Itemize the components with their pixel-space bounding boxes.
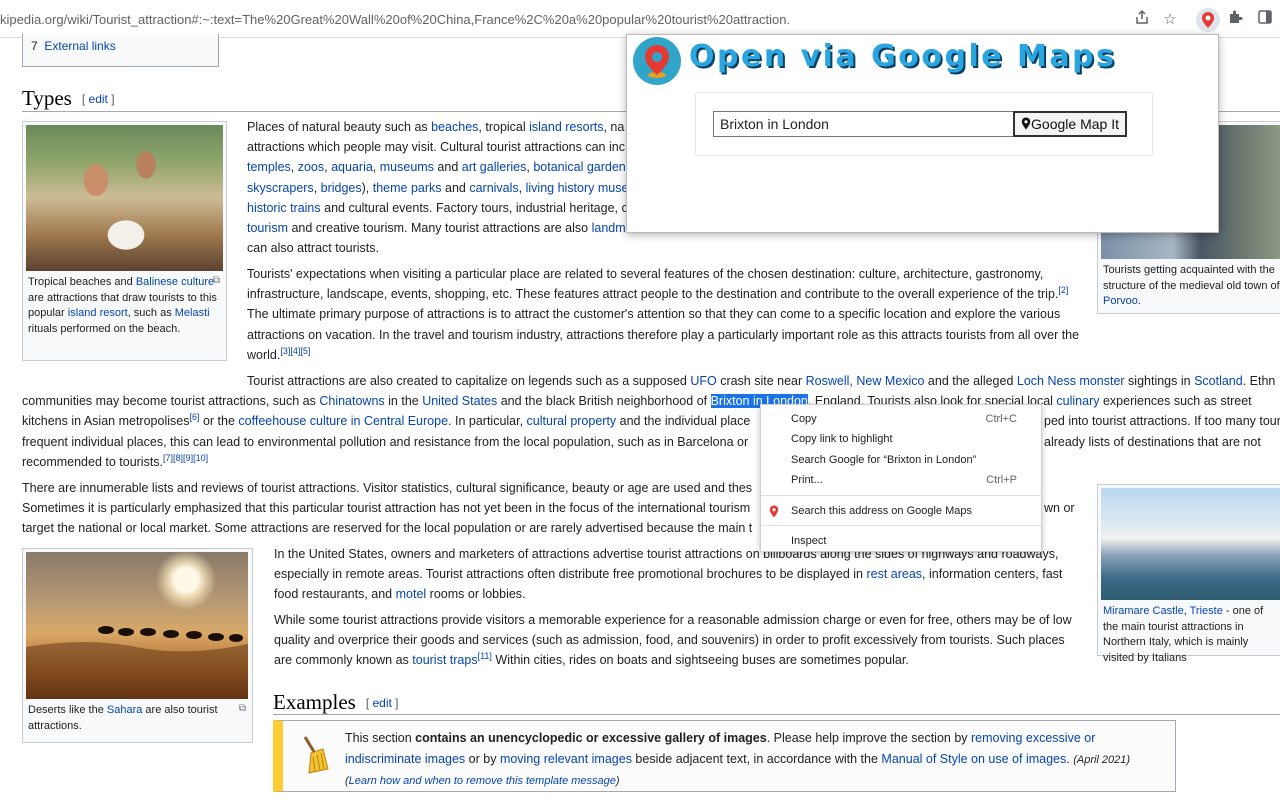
menu-separator bbox=[761, 495, 1041, 496]
enlarge-icon[interactable]: ⧉ bbox=[239, 701, 246, 717]
ref-11[interactable]: [11] bbox=[478, 651, 492, 661]
address-bar-url[interactable]: kipedia.org/wiki/Tourist_attraction#:~:t… bbox=[0, 12, 790, 27]
link-cultural-property[interactable]: cultural property bbox=[527, 414, 617, 428]
side-panel-icon[interactable] bbox=[1254, 9, 1276, 31]
caption-miramare: Miramare Castle, Trieste - one of the ma… bbox=[1103, 605, 1264, 665]
link-bridges[interactable]: bridges bbox=[321, 181, 362, 195]
ref-7-10[interactable]: [7][8][9][10] bbox=[163, 453, 208, 463]
caption-porvoo: Tourists getting acquainted with the str… bbox=[1103, 264, 1280, 308]
toc-link-external-links[interactable]: External links bbox=[44, 39, 115, 53]
link-zoos[interactable]: zoos bbox=[298, 160, 324, 174]
ref-6[interactable]: [6] bbox=[189, 412, 199, 422]
section-heading-examples: Examples[ edit ] bbox=[273, 690, 399, 714]
paragraph-types-2: Tourists' expectations when visiting a p… bbox=[247, 267, 1080, 362]
extensions-puzzle-icon[interactable] bbox=[1224, 9, 1246, 31]
ref-2[interactable]: [2] bbox=[1058, 285, 1068, 295]
search-form: Google Map It bbox=[695, 92, 1153, 156]
caption-sahara: ⧉ Deserts like the Sahara are also touri… bbox=[28, 701, 246, 732]
broom-icon bbox=[303, 736, 329, 774]
link-carnivals[interactable]: carnivals bbox=[469, 181, 518, 195]
context-menu: Copy Ctrl+C Copy link to highlight Search… bbox=[760, 404, 1042, 552]
popup-title: Open via Google Maps bbox=[689, 39, 1117, 74]
link-remove-template-message[interactable]: Learn how and when to remove this templa… bbox=[349, 775, 616, 787]
link-loch-ness-monster[interactable]: Loch Ness monster bbox=[1017, 374, 1125, 388]
toc-number: 7 bbox=[31, 39, 38, 53]
link-moving-images[interactable]: moving relevant images bbox=[500, 752, 632, 766]
link-scotland[interactable]: Scotland bbox=[1194, 374, 1243, 388]
link-botanical-gardens[interactable]: botanical garden bbox=[533, 160, 625, 174]
section-heading-types: Types[ edit ] bbox=[22, 86, 115, 110]
notice-text: This section contains an unencyclopedic … bbox=[345, 731, 1131, 787]
link-temples[interactable]: temples bbox=[247, 160, 291, 174]
link-roswell[interactable]: Roswell, New Mexico bbox=[806, 374, 925, 388]
link-ufo[interactable]: UFO bbox=[690, 374, 716, 388]
link-aquaria[interactable]: aquaria bbox=[331, 160, 373, 174]
link-motel[interactable]: motel bbox=[396, 587, 427, 601]
link-skyscrapers[interactable]: skyscrapers bbox=[247, 181, 314, 195]
image-miramare-castle[interactable] bbox=[1101, 488, 1280, 600]
bookmark-star-icon[interactable]: ☆ bbox=[1159, 9, 1181, 31]
link-coffeehouse-culture[interactable]: coffeehouse culture in Central Europe bbox=[238, 414, 448, 428]
menu-separator bbox=[761, 525, 1041, 526]
thumbnail-miramare: Miramare Castle, Trieste - one of the ma… bbox=[1097, 484, 1280, 664]
link-tourism[interactable]: tourism bbox=[247, 221, 288, 235]
link-chinatowns[interactable]: Chinatowns bbox=[319, 394, 384, 408]
share-icon[interactable] bbox=[1131, 9, 1153, 31]
link-trieste[interactable]: Trieste bbox=[1190, 605, 1223, 617]
edit-link-types[interactable]: edit bbox=[89, 92, 108, 106]
link-island-resorts[interactable]: island resorts bbox=[529, 120, 603, 134]
caption-beach: ⧉ Tropical beaches and Balinese culture … bbox=[28, 273, 220, 336]
paragraph-types-5: In the United States, owners and markete… bbox=[274, 547, 1063, 602]
link-historic-trains[interactable]: historic trains bbox=[247, 201, 321, 215]
image-bali-beach[interactable] bbox=[26, 125, 223, 271]
menu-item-inspect[interactable]: Inspect bbox=[761, 531, 1041, 551]
link-rest-areas[interactable]: rest areas bbox=[866, 567, 922, 581]
address-input[interactable] bbox=[713, 111, 1013, 137]
image-sahara-desert[interactable] bbox=[26, 552, 248, 699]
link-manual-of-style[interactable]: Manual of Style on use of images bbox=[881, 752, 1066, 766]
link-miramare-castle[interactable]: Miramare Castle bbox=[1103, 605, 1184, 617]
link-united-states[interactable]: United States bbox=[422, 394, 497, 408]
table-of-contents: 7 External links bbox=[22, 34, 219, 67]
link-art-galleries[interactable]: art galleries bbox=[462, 160, 527, 174]
google-map-it-label: Google Map It bbox=[1031, 116, 1119, 132]
link-theme-parks[interactable]: theme parks bbox=[373, 181, 442, 195]
thumbnail-sahara: ⧉ Deserts like the Sahara are also touri… bbox=[22, 548, 253, 743]
edit-link-examples[interactable]: edit bbox=[372, 696, 391, 710]
heading-rule bbox=[273, 714, 1280, 715]
menu-item-search-google[interactable]: Search Google for “Brixton in London” bbox=[761, 450, 1041, 470]
google-map-it-button[interactable]: Google Map It bbox=[1013, 111, 1127, 137]
link-beaches[interactable]: beaches bbox=[431, 120, 478, 134]
link-porvoo[interactable]: Porvoo bbox=[1103, 295, 1138, 307]
link-island-resort[interactable]: island resort bbox=[68, 307, 128, 319]
link-museums[interactable]: museums bbox=[380, 160, 434, 174]
paragraph-types-6: While some tourist attractions provide v… bbox=[274, 613, 1072, 668]
enlarge-icon[interactable]: ⧉ bbox=[213, 273, 220, 289]
link-sahara[interactable]: Sahara bbox=[107, 704, 142, 716]
extension-popup: Open via Google Maps Google Map It bbox=[626, 34, 1219, 233]
map-pin-icon bbox=[1021, 117, 1031, 130]
link-tourist-traps[interactable]: tourist traps bbox=[412, 653, 477, 667]
menu-item-copy[interactable]: Copy Ctrl+C bbox=[761, 409, 1041, 429]
map-pin-icon bbox=[769, 505, 779, 518]
open-via-google-maps-extension-icon[interactable] bbox=[1196, 8, 1220, 32]
link-balinese-culture[interactable]: Balinese culture bbox=[136, 276, 214, 288]
map-pin-logo-icon bbox=[633, 37, 681, 85]
link-culinary[interactable]: culinary bbox=[1056, 394, 1099, 408]
thumbnail-beach: ⧉ Tropical beaches and Balinese culture … bbox=[22, 121, 227, 361]
link-melasti[interactable]: Melasti bbox=[175, 307, 210, 319]
menu-item-print[interactable]: Print... Ctrl+P bbox=[761, 470, 1041, 490]
ref-3-4-5[interactable]: [3][4][5] bbox=[280, 346, 310, 356]
link-landmarks[interactable]: landm bbox=[592, 221, 626, 235]
browser-toolbar: kipedia.org/wiki/Tourist_attraction#:~:t… bbox=[0, 0, 1280, 38]
menu-item-search-on-google-maps[interactable]: Search this address on Google Maps bbox=[761, 501, 1041, 521]
menu-item-copy-link-to-highlight[interactable]: Copy link to highlight bbox=[761, 429, 1041, 449]
link-living-history-museums[interactable]: living history muse bbox=[526, 181, 629, 195]
gallery-warning-notice: This section contains an unencyclopedic … bbox=[273, 720, 1176, 792]
paragraph-types-3: Tourist attractions are also created to … bbox=[22, 374, 1280, 469]
